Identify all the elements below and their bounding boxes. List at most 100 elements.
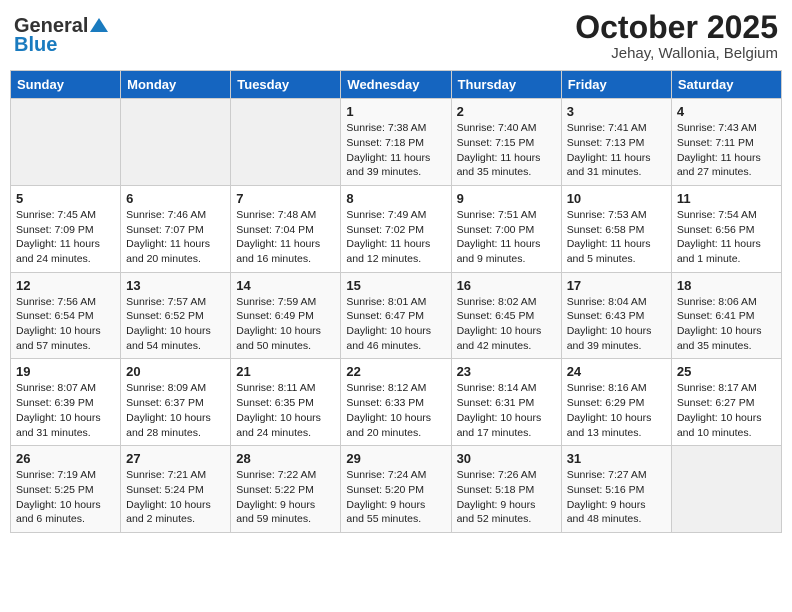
calendar-cell: 31 Sunrise: 7:27 AMSunset: 5:16 PMDayligh…: [561, 446, 671, 533]
calendar-cell: 27 Sunrise: 7:21 AMSunset: 5:24 PMDayligh…: [121, 446, 231, 533]
day-number: 21: [236, 364, 335, 379]
day-info: Sunrise: 7:53 AMSunset: 6:58 PMDaylight:…: [567, 208, 666, 267]
calendar-cell: 4 Sunrise: 7:43 AMSunset: 7:11 PMDaylight…: [671, 99, 781, 186]
logo: General Blue: [14, 15, 108, 57]
calendar-cell: 12Sunrise: 7:56 AMSunset: 6:54 PMDayligh…: [11, 272, 121, 359]
calendar-cell: 9 Sunrise: 7:51 AMSunset: 7:00 PMDaylight…: [451, 185, 561, 272]
calendar-week-5: 26 Sunrise: 7:19 AMSunset: 5:25 PMDayligh…: [11, 446, 782, 533]
calendar-cell: 26 Sunrise: 7:19 AMSunset: 5:25 PMDayligh…: [11, 446, 121, 533]
calendar-cell: 19Sunrise: 8:07 AMSunset: 6:39 PMDayligh…: [11, 359, 121, 446]
calendar-week-3: 12Sunrise: 7:56 AMSunset: 6:54 PMDayligh…: [11, 272, 782, 359]
day-info: Sunrise: 8:16 AMSunset: 6:29 PMDaylight:…: [567, 381, 666, 440]
day-info: Sunrise: 7:45 AMSunset: 7:09 PMDaylight:…: [16, 208, 115, 267]
page-header: General Blue October 2025 Jehay, Walloni…: [10, 10, 782, 62]
calendar-cell: 16 Sunrise: 8:02 AMSunset: 6:45 PMDayligh…: [451, 272, 561, 359]
calendar-cell: [671, 446, 781, 533]
day-number: 31: [567, 451, 666, 466]
calendar-cell: 8 Sunrise: 7:49 AMSunset: 7:02 PMDaylight…: [341, 185, 451, 272]
day-number: 15: [346, 278, 445, 293]
weekday-header-tuesday: Tuesday: [231, 71, 341, 99]
day-number: 18: [677, 278, 776, 293]
calendar-cell: 1 Sunrise: 7:38 AMSunset: 7:18 PMDaylight…: [341, 99, 451, 186]
day-info: Sunrise: 8:04 AMSunset: 6:43 PMDaylight:…: [567, 295, 666, 354]
day-number: 9: [457, 191, 556, 206]
day-info: Sunrise: 7:40 AMSunset: 7:15 PMDaylight:…: [457, 121, 556, 180]
weekday-header-monday: Monday: [121, 71, 231, 99]
calendar-cell: 20 Sunrise: 8:09 AMSunset: 6:37 PMDayligh…: [121, 359, 231, 446]
day-number: 19: [16, 364, 115, 379]
day-number: 11: [677, 191, 776, 206]
calendar-week-4: 19Sunrise: 8:07 AMSunset: 6:39 PMDayligh…: [11, 359, 782, 446]
day-info: Sunrise: 7:41 AMSunset: 7:13 PMDaylight:…: [567, 121, 666, 180]
calendar-cell: 14 Sunrise: 7:59 AMSunset: 6:49 PMDayligh…: [231, 272, 341, 359]
day-number: 3: [567, 104, 666, 119]
day-number: 26: [16, 451, 115, 466]
day-number: 23: [457, 364, 556, 379]
day-info: Sunrise: 7:46 AMSunset: 7:07 PMDaylight:…: [126, 208, 225, 267]
calendar-cell: [121, 99, 231, 186]
day-number: 24: [567, 364, 666, 379]
day-number: 29: [346, 451, 445, 466]
day-number: 8: [346, 191, 445, 206]
day-info: Sunrise: 8:02 AMSunset: 6:45 PMDaylight:…: [457, 295, 556, 354]
day-info: Sunrise: 7:26 AMSunset: 5:18 PMDaylight:…: [457, 468, 556, 527]
day-info: Sunrise: 7:21 AMSunset: 5:24 PMDaylight:…: [126, 468, 225, 527]
day-info: Sunrise: 7:43 AMSunset: 7:11 PMDaylight:…: [677, 121, 776, 180]
day-number: 4: [677, 104, 776, 119]
day-number: 10: [567, 191, 666, 206]
calendar-cell: 7 Sunrise: 7:48 AMSunset: 7:04 PMDaylight…: [231, 185, 341, 272]
weekday-header-row: SundayMondayTuesdayWednesdayThursdayFrid…: [11, 71, 782, 99]
day-info: Sunrise: 8:14 AMSunset: 6:31 PMDaylight:…: [457, 381, 556, 440]
day-number: 1: [346, 104, 445, 119]
day-number: 16: [457, 278, 556, 293]
calendar-cell: 15 Sunrise: 8:01 AMSunset: 6:47 PMDayligh…: [341, 272, 451, 359]
calendar-cell: 18 Sunrise: 8:06 AMSunset: 6:41 PMDayligh…: [671, 272, 781, 359]
weekday-header-sunday: Sunday: [11, 71, 121, 99]
weekday-header-wednesday: Wednesday: [341, 71, 451, 99]
calendar-table: SundayMondayTuesdayWednesdayThursdayFrid…: [10, 70, 782, 533]
calendar-week-1: 1 Sunrise: 7:38 AMSunset: 7:18 PMDaylight…: [11, 99, 782, 186]
calendar-cell: 25 Sunrise: 8:17 AMSunset: 6:27 PMDayligh…: [671, 359, 781, 446]
logo-icon: [90, 16, 108, 34]
day-info: Sunrise: 7:22 AMSunset: 5:22 PMDaylight:…: [236, 468, 335, 527]
day-number: 25: [677, 364, 776, 379]
day-info: Sunrise: 7:57 AMSunset: 6:52 PMDaylight:…: [126, 295, 225, 354]
day-info: Sunrise: 8:17 AMSunset: 6:27 PMDaylight:…: [677, 381, 776, 440]
day-info: Sunrise: 8:11 AMSunset: 6:35 PMDaylight:…: [236, 381, 335, 440]
calendar-cell: 30 Sunrise: 7:26 AMSunset: 5:18 PMDayligh…: [451, 446, 561, 533]
day-number: 7: [236, 191, 335, 206]
calendar-cell: 23 Sunrise: 8:14 AMSunset: 6:31 PMDayligh…: [451, 359, 561, 446]
day-number: 20: [126, 364, 225, 379]
calendar-cell: 28Sunrise: 7:22 AMSunset: 5:22 PMDayligh…: [231, 446, 341, 533]
day-info: Sunrise: 7:49 AMSunset: 7:02 PMDaylight:…: [346, 208, 445, 267]
calendar-cell: 29 Sunrise: 7:24 AMSunset: 5:20 PMDayligh…: [341, 446, 451, 533]
day-info: Sunrise: 7:59 AMSunset: 6:49 PMDaylight:…: [236, 295, 335, 354]
day-info: Sunrise: 8:01 AMSunset: 6:47 PMDaylight:…: [346, 295, 445, 354]
day-info: Sunrise: 7:54 AMSunset: 6:56 PMDaylight:…: [677, 208, 776, 267]
day-info: Sunrise: 7:38 AMSunset: 7:18 PMDaylight:…: [346, 121, 445, 180]
day-number: 5: [16, 191, 115, 206]
calendar-cell: 3 Sunrise: 7:41 AMSunset: 7:13 PMDaylight…: [561, 99, 671, 186]
day-info: Sunrise: 8:06 AMSunset: 6:41 PMDaylight:…: [677, 295, 776, 354]
calendar-cell: [231, 99, 341, 186]
calendar-cell: 24 Sunrise: 8:16 AMSunset: 6:29 PMDayligh…: [561, 359, 671, 446]
day-info: Sunrise: 7:19 AMSunset: 5:25 PMDaylight:…: [16, 468, 115, 527]
month-title: October 2025: [575, 10, 778, 45]
weekday-header-thursday: Thursday: [451, 71, 561, 99]
day-info: Sunrise: 8:09 AMSunset: 6:37 PMDaylight:…: [126, 381, 225, 440]
day-number: 30: [457, 451, 556, 466]
day-info: Sunrise: 8:12 AMSunset: 6:33 PMDaylight:…: [346, 381, 445, 440]
day-number: 2: [457, 104, 556, 119]
calendar-cell: 22Sunrise: 8:12 AMSunset: 6:33 PMDayligh…: [341, 359, 451, 446]
day-info: Sunrise: 7:27 AMSunset: 5:16 PMDaylight:…: [567, 468, 666, 527]
day-info: Sunrise: 7:56 AMSunset: 6:54 PMDaylight:…: [16, 295, 115, 354]
day-number: 27: [126, 451, 225, 466]
day-info: Sunrise: 7:24 AMSunset: 5:20 PMDaylight:…: [346, 468, 445, 527]
day-number: 14: [236, 278, 335, 293]
day-info: Sunrise: 7:51 AMSunset: 7:00 PMDaylight:…: [457, 208, 556, 267]
calendar-cell: 11 Sunrise: 7:54 AMSunset: 6:56 PMDayligh…: [671, 185, 781, 272]
weekday-header-saturday: Saturday: [671, 71, 781, 99]
calendar-cell: 2 Sunrise: 7:40 AMSunset: 7:15 PMDaylight…: [451, 99, 561, 186]
day-info: Sunrise: 7:48 AMSunset: 7:04 PMDaylight:…: [236, 208, 335, 267]
day-number: 17: [567, 278, 666, 293]
